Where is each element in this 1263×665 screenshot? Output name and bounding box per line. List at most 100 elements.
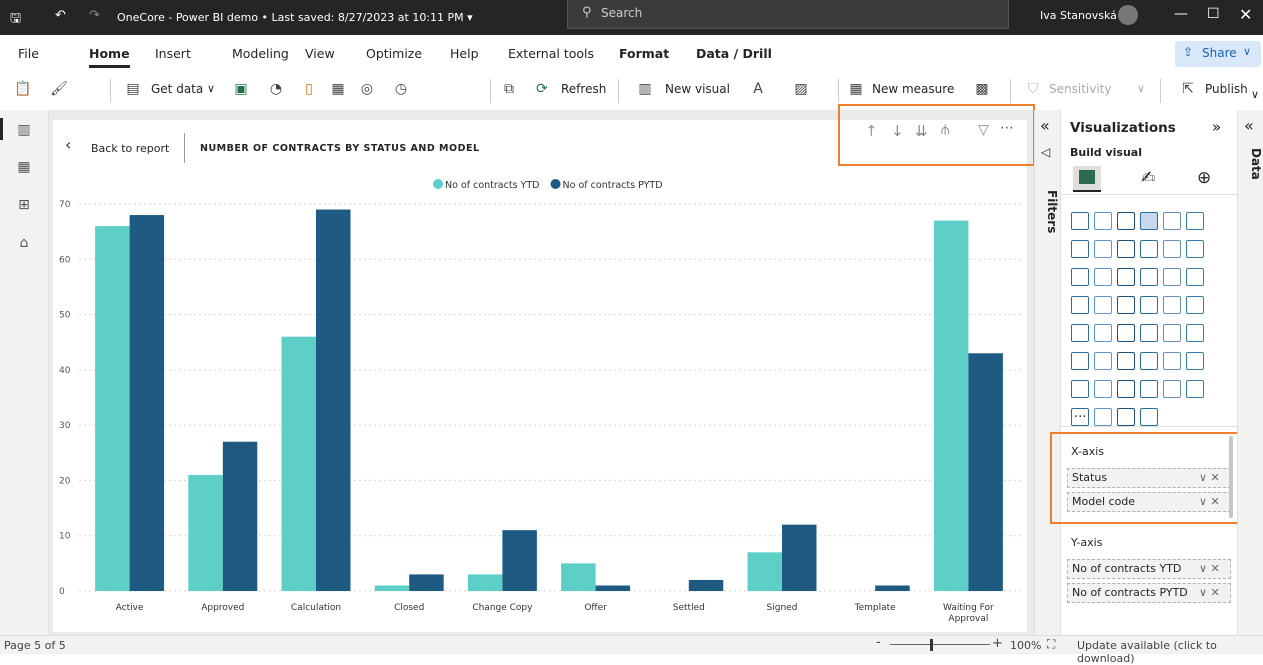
visual-type-icon[interactable] [1071,268,1089,286]
visual-type-icon[interactable] [1094,296,1112,314]
visual-type-icon[interactable] [1186,352,1204,370]
visual-type-icon[interactable] [1071,212,1089,230]
expand-data-icon[interactable]: « [1244,116,1254,135]
tab-optimize[interactable]: Optimize [366,46,422,61]
visual-type-icon[interactable] [1117,296,1135,314]
enter-data-icon[interactable]: ▦ [329,80,347,98]
tab-external-tools[interactable]: External tools [508,46,594,61]
text-box-icon[interactable]: A [749,80,767,98]
zoom-slider[interactable] [890,644,990,645]
redo-icon[interactable]: ↷ [89,8,100,23]
zoom-in-button[interactable]: + [992,636,1003,651]
back-to-report-link[interactable]: Back to report [91,142,169,155]
visual-type-icon[interactable] [1117,268,1135,286]
visual-type-icon[interactable] [1094,408,1112,426]
refresh-button[interactable]: Refresh [561,82,606,96]
zoom-slider-thumb[interactable] [930,639,933,651]
visual-type-icon[interactable] [1117,212,1135,230]
sensitivity-button[interactable]: Sensitivity [1049,82,1111,96]
visual-type-icon[interactable] [1117,352,1135,370]
more-visuals-icon[interactable]: ▨ [792,80,810,98]
undo-icon[interactable]: ↶ [55,8,66,23]
visual-type-icon[interactable] [1163,380,1181,398]
table-view-icon[interactable]: ▦ [14,157,34,177]
onelake-icon[interactable]: ◔ [267,80,285,98]
save-icon[interactable]: 🖫 [10,9,21,31]
format-painter-icon[interactable]: 🖌 [50,80,68,98]
focus-visual[interactable]: ‹ Back to report NUMBER OF CONTRACTS BY … [53,120,1027,632]
visual-type-icon[interactable] [1163,240,1181,258]
visual-type-icon[interactable] [1186,240,1204,258]
collapse-pane-icon[interactable]: » [1212,118,1221,136]
format-visual-icon[interactable]: ✍ [1141,168,1155,188]
search-box[interactable]: ⚲ Search [567,0,1009,29]
visual-type-icon[interactable] [1163,296,1181,314]
transform-data-icon[interactable]: ⧉ [500,80,518,98]
publish-button[interactable]: Publish [1205,82,1248,96]
visual-type-icon[interactable] [1163,324,1181,342]
model-view-icon[interactable]: ⊞ [14,195,34,215]
visual-type-icon[interactable] [1094,240,1112,258]
new-measure-button[interactable]: New measure [872,82,954,96]
fit-to-page-icon[interactable]: ⛶ [1047,637,1055,652]
tab-help[interactable]: Help [450,46,479,61]
expand-filters-icon[interactable]: « [1040,116,1050,135]
field-menu-icon[interactable]: ∨ ✕ [1199,560,1220,578]
close-icon[interactable]: ✕ [1239,5,1252,24]
visual-type-icon[interactable] [1140,240,1158,258]
visual-type-icon[interactable] [1117,380,1135,398]
dataverse-icon[interactable]: ◎ [358,80,376,98]
tab-view[interactable]: View [305,46,335,61]
dax-query-icon[interactable]: ⌂ [14,233,34,253]
tab-format[interactable]: Format [619,46,669,61]
document-title[interactable]: OneCore - Power BI demo • Last saved: 8/… [117,11,473,24]
more-visuals-label[interactable]: ... [1074,406,1086,421]
visual-type-icon[interactable] [1186,380,1204,398]
avatar[interactable] [1118,5,1138,25]
tab-home[interactable]: Home [89,46,130,68]
y-axis-field-ytd[interactable]: No of contracts YTD ∨ ✕ [1067,559,1231,579]
visual-type-icon[interactable] [1140,212,1158,230]
filters-pane-collapsed[interactable]: « ◁ Filters [1034,110,1061,635]
tab-data-drill[interactable]: Data / Drill [696,46,772,61]
data-pane-collapsed[interactable]: « Data [1237,110,1263,635]
paste-icon[interactable]: 📋 [14,80,32,98]
visual-type-icon[interactable] [1117,240,1135,258]
report-view-icon[interactable]: ▥ [14,120,34,140]
visual-type-icon[interactable] [1186,324,1204,342]
user-name[interactable]: Iva Stanovská [1040,9,1117,22]
visual-type-icon[interactable] [1071,352,1089,370]
quick-measure-icon[interactable]: ▩ [973,80,991,98]
y-axis-field-pytd[interactable]: No of contracts PYTD ∨ ✕ [1067,583,1231,603]
tab-file[interactable]: File [18,46,39,61]
update-available-link[interactable]: Update available (click to download) [1077,639,1263,665]
visual-type-icon[interactable] [1140,352,1158,370]
get-data-button[interactable]: Get data [151,82,203,96]
visual-type-icon[interactable] [1163,352,1181,370]
excel-icon[interactable]: ▣ [232,80,250,98]
visual-type-icon[interactable] [1117,408,1135,426]
visual-type-icon[interactable] [1094,212,1112,230]
recent-sources-icon[interactable]: ◷ [392,80,410,98]
back-chevron-icon[interactable]: ‹ [65,135,71,154]
visual-type-icon[interactable] [1186,268,1204,286]
visual-type-icon[interactable] [1163,212,1181,230]
share-button[interactable]: ⇪ Share ∨ [1175,41,1261,67]
zoom-out-button[interactable]: - [876,635,881,650]
sql-icon[interactable]: ▯ [300,80,318,98]
tab-insert[interactable]: Insert [155,46,191,61]
visual-type-icon[interactable] [1094,380,1112,398]
chevron-down-icon[interactable]: ∨ [207,82,215,95]
maximize-icon[interactable]: ☐ [1207,6,1220,22]
visual-type-icon[interactable] [1071,240,1089,258]
visual-type-icon[interactable] [1094,352,1112,370]
visual-type-icon[interactable] [1140,268,1158,286]
visual-type-icon[interactable] [1140,380,1158,398]
minimize-icon[interactable]: — [1174,6,1188,22]
visual-type-icon[interactable] [1071,324,1089,342]
analytics-icon[interactable]: ⊕ [1197,168,1211,188]
visual-type-icon[interactable] [1140,408,1158,426]
chevron-down-icon[interactable]: ∨ [1251,88,1259,101]
visual-type-icon[interactable] [1094,324,1112,342]
visual-type-icon[interactable] [1186,212,1204,230]
